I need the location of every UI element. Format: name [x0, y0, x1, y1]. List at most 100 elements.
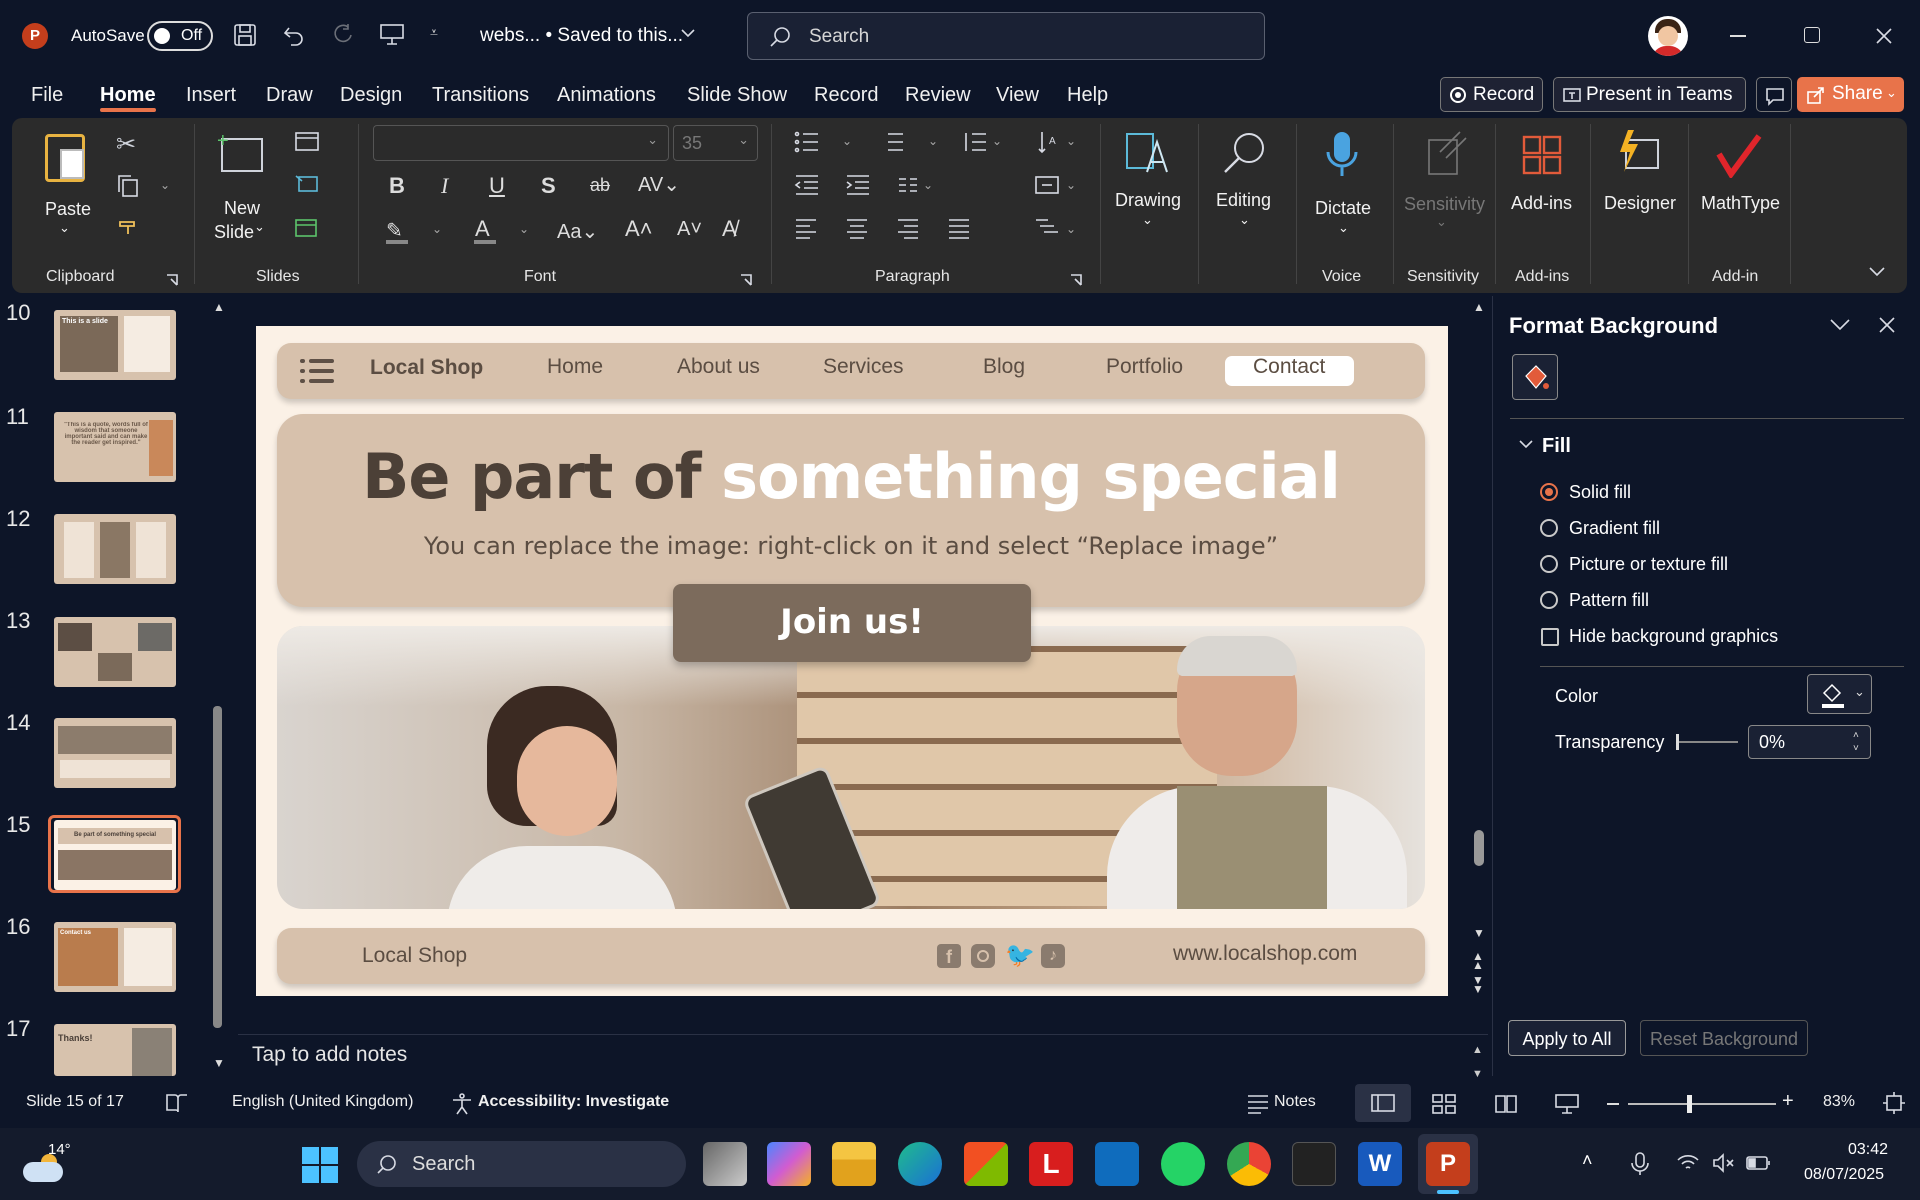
tab-design[interactable]: Design [340, 84, 402, 107]
comments-button[interactable] [1756, 77, 1792, 112]
align-left-icon[interactable] [794, 217, 818, 239]
tab-home[interactable]: Home [100, 84, 156, 107]
chevron-down-icon[interactable] [680, 28, 696, 40]
slide-nav-contact[interactable]: Contact [1253, 355, 1325, 379]
present-from-start-icon[interactable] [379, 22, 405, 48]
dictate-microphone-icon[interactable] [1322, 130, 1362, 180]
shadow-icon[interactable]: S [541, 173, 556, 199]
battery-icon[interactable] [1746, 1155, 1772, 1171]
fit-to-window-icon[interactable] [1882, 1091, 1906, 1115]
slide-thumbnail-11[interactable]: "This is a quote, words full of wisdom t… [54, 412, 176, 482]
notes-placeholder[interactable]: Tap to add notes [252, 1043, 407, 1067]
pane-options-chevron-icon[interactable] [1829, 318, 1851, 332]
grow-font-icon[interactable]: A˄ [625, 216, 653, 242]
numbering-icon[interactable] [879, 130, 905, 154]
slide-thumbnail-14[interactable] [54, 718, 176, 788]
slide-thumbnail-17[interactable]: Thanks! [54, 1024, 176, 1076]
slide-thumbnail-10[interactable]: This is a slide [54, 310, 176, 380]
font-launcher-icon[interactable] [740, 274, 752, 286]
pane-close-icon[interactable] [1878, 316, 1896, 334]
tab-animations[interactable]: Animations [557, 84, 656, 107]
tab-file[interactable]: File [31, 84, 63, 107]
zoom-slider[interactable] [1628, 1095, 1776, 1113]
weather-icon[interactable] [23, 1154, 65, 1182]
bold-icon[interactable]: B [389, 173, 405, 199]
new-slide-icon[interactable]: + [217, 130, 263, 172]
fill-tab-button[interactable] [1512, 354, 1558, 400]
search-box[interactable]: Search [747, 12, 1265, 60]
smartart-icon[interactable] [1034, 217, 1060, 239]
hide-graphics-label[interactable]: Hide background graphics [1569, 626, 1778, 647]
slide-counter[interactable]: Slide 15 of 17 [26, 1093, 124, 1111]
scroll-thumb[interactable] [213, 706, 222, 1028]
add-ins-label[interactable]: Add-ins [1511, 193, 1572, 214]
app-icon[interactable] [1292, 1142, 1336, 1186]
accessibility-status[interactable]: Accessibility: Investigate [478, 1093, 669, 1111]
zoom-slider-thumb[interactable] [1687, 1095, 1692, 1113]
solid-fill-radio[interactable] [1540, 483, 1558, 501]
mathtype-label[interactable]: MathType [1701, 193, 1780, 214]
next-slide-icon[interactable]: ▼ ▼ [1472, 974, 1484, 995]
record-button[interactable]: Record [1440, 77, 1543, 112]
layout-icon[interactable] [294, 130, 320, 154]
instagram-icon[interactable] [971, 944, 995, 968]
fill-section-chevron-icon[interactable] [1519, 440, 1533, 450]
notes-icon[interactable] [1246, 1094, 1270, 1114]
twitter-icon[interactable]: 🐦 [1005, 944, 1035, 968]
tab-insert[interactable]: Insert [186, 84, 236, 107]
clock-date[interactable]: 08/07/2025 [1804, 1166, 1884, 1184]
chrome-icon[interactable] [1227, 1142, 1271, 1186]
picture-fill-radio[interactable] [1540, 555, 1558, 573]
hamburger-menu-icon[interactable] [300, 357, 336, 385]
l-app-icon[interactable]: L [1029, 1142, 1073, 1186]
close-icon[interactable] [1875, 27, 1893, 45]
paste-icon[interactable] [45, 134, 85, 182]
gradient-fill-radio[interactable] [1540, 519, 1558, 537]
redo-icon[interactable] [330, 22, 356, 48]
editing-label[interactable]: Editing [1216, 190, 1271, 211]
share-button[interactable]: Share ⌄ [1797, 77, 1904, 112]
hero-headline[interactable]: Be part of something special [277, 440, 1425, 513]
file-explorer-icon[interactable] [832, 1142, 876, 1186]
apply-to-all-button[interactable]: Apply to All [1508, 1020, 1626, 1056]
change-case-icon[interactable]: Aa⌄ [557, 219, 598, 244]
wifi-icon[interactable] [1676, 1153, 1700, 1173]
clear-formatting-icon[interactable]: A̸ [722, 216, 737, 242]
bullets-icon[interactable] [794, 130, 820, 154]
notes-toggle[interactable]: Notes [1274, 1093, 1316, 1111]
font-color-icon[interactable]: A [475, 216, 490, 242]
hero-photo[interactable] [277, 626, 1425, 909]
slide-nav-blog[interactable]: Blog [983, 355, 1025, 379]
hide-graphics-checkbox[interactable] [1541, 628, 1559, 646]
slide-scrollbar[interactable]: ▲ ▼ ▲ ▲ ▼ ▼ [1472, 300, 1486, 995]
reset-slide-icon[interactable] [294, 172, 320, 196]
tab-review[interactable]: Review [905, 84, 971, 107]
decrease-indent-icon[interactable] [794, 174, 820, 196]
shrink-font-icon[interactable]: A˅ [677, 218, 702, 241]
text-direction-icon[interactable]: A [1037, 130, 1063, 154]
italic-icon[interactable]: I [441, 173, 448, 199]
word-icon[interactable]: W [1358, 1142, 1402, 1186]
drawing-icon[interactable] [1123, 128, 1169, 176]
zoom-in-icon[interactable]: + [1782, 1090, 1794, 1113]
underline-icon[interactable]: U [489, 173, 505, 199]
slide-show-icon[interactable] [1555, 1093, 1579, 1115]
spinner-arrows-icon[interactable]: ˄ ˅ [1853, 729, 1859, 755]
strikethrough-icon[interactable]: ab [590, 175, 610, 196]
transparency-slider[interactable] [1676, 734, 1738, 750]
slide-thumbnail-16[interactable]: Contact us [54, 922, 176, 992]
tab-help[interactable]: Help [1067, 84, 1108, 107]
volume-muted-icon[interactable] [1712, 1153, 1736, 1173]
minimize-icon[interactable] [1730, 35, 1746, 37]
clock-time[interactable]: 03:42 [1848, 1141, 1888, 1159]
copilot-icon[interactable] [767, 1142, 811, 1186]
microphone-icon[interactable] [1630, 1151, 1650, 1177]
slide-thumbnail-13[interactable] [54, 617, 176, 687]
tiktok-icon[interactable]: ♪ [1041, 944, 1065, 968]
language-status[interactable]: English (United Kingdom) [232, 1093, 413, 1111]
slide-thumbnail-15[interactable]: Be part of something special [54, 820, 176, 890]
designer-label[interactable]: Designer [1604, 193, 1676, 214]
slide-sorter-icon[interactable] [1432, 1094, 1456, 1114]
document-title[interactable]: webs... • Saved to this... [480, 25, 683, 47]
new-slide-label-1[interactable]: New [224, 198, 260, 219]
